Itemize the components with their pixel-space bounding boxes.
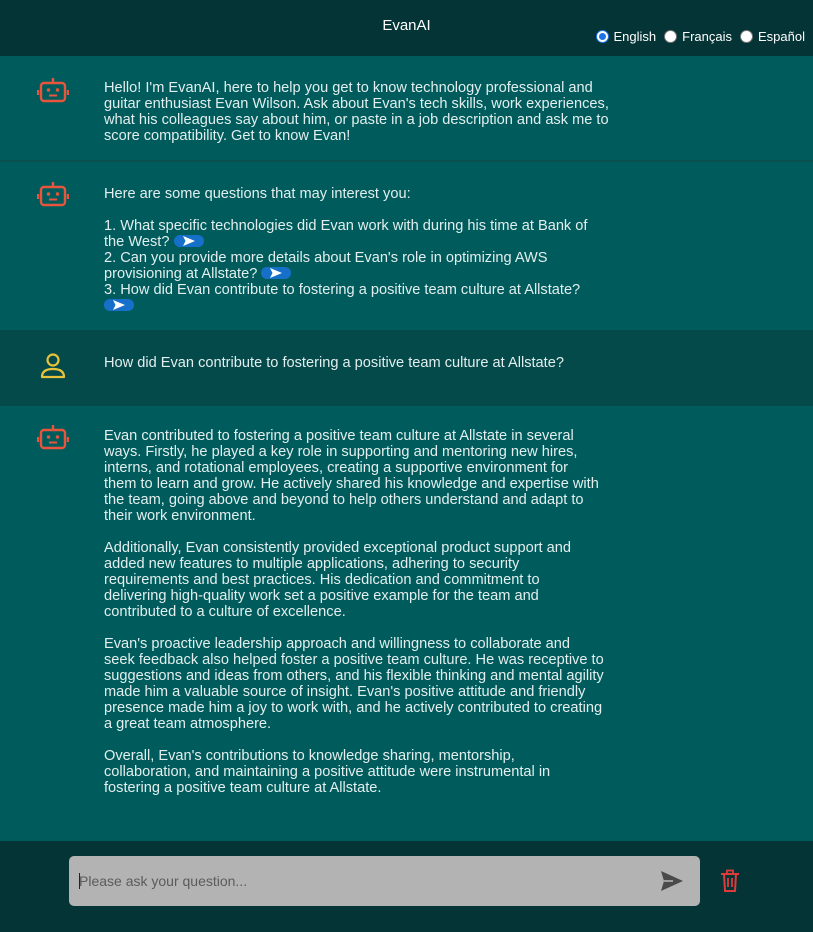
send-icon [182, 236, 195, 247]
answer-paragraph-3: Evan's proactive leadership approach and… [104, 636, 604, 732]
answer-paragraph-4: Overall, Evan's contributions to knowled… [104, 748, 551, 796]
question-input[interactable] [79, 856, 579, 906]
send-suggestion-2-button[interactable] [261, 267, 292, 280]
user-icon [40, 353, 66, 379]
lang-label-english: English [613, 29, 657, 44]
lang-label-french: Français [682, 29, 733, 44]
bot-message-answer: Evan contributed to fostering a positive… [0, 406, 813, 812]
lang-option-french[interactable]: Français [664, 29, 732, 44]
suggestion-item-3[interactable]: 3. How did Evan contribute to fostering … [104, 282, 604, 314]
answer-paragraph-2: Additionally, Evan consistently provided… [104, 540, 572, 620]
radio-english[interactable] [595, 30, 609, 43]
lang-option-spanish[interactable]: Español [740, 29, 805, 44]
lang-option-english[interactable]: English [595, 29, 657, 44]
greeting-text: Hello! I'm EvanAI, here to help you get … [104, 80, 609, 144]
user-message: How did Evan contribute to fostering a p… [0, 330, 813, 406]
answer-text: Evan contributed to fostering a positive… [104, 428, 604, 796]
text-caret [79, 873, 80, 889]
send-suggestion-3-button[interactable] [104, 299, 134, 312]
robot-icon [37, 182, 69, 207]
input-footer [0, 841, 813, 932]
suggestions-block: Here are some questions that may interes… [104, 186, 604, 314]
bot-message-suggestions: Here are some questions that may interes… [0, 162, 813, 330]
suggestion-item-2[interactable]: 2. Can you provide more details about Ev… [104, 250, 604, 282]
robot-icon [37, 425, 69, 450]
suggestion-item-1[interactable]: 1. What specific technologies did Evan w… [104, 218, 604, 250]
answer-paragraph-1: Evan contributed to fostering a positive… [104, 428, 599, 524]
send-icon[interactable] [659, 869, 685, 893]
suggestions-intro: Here are some questions that may interes… [104, 186, 411, 202]
user-question-text: How did Evan contribute to fostering a p… [104, 355, 564, 371]
send-suggestion-1-button[interactable] [173, 235, 204, 248]
send-icon [270, 268, 283, 279]
radio-french[interactable] [664, 30, 678, 43]
question-input-container [69, 856, 739, 906]
lang-label-spanish: Español [758, 29, 805, 44]
robot-icon [37, 78, 69, 103]
radio-spanish[interactable] [740, 30, 754, 43]
header: EvanAI English Français Español [0, 0, 813, 56]
language-selector: English Français Español [588, 29, 805, 44]
send-icon [113, 300, 125, 311]
bot-message-greeting: Hello! I'm EvanAI, here to help you get … [0, 56, 813, 160]
trash-icon[interactable] [717, 868, 743, 894]
